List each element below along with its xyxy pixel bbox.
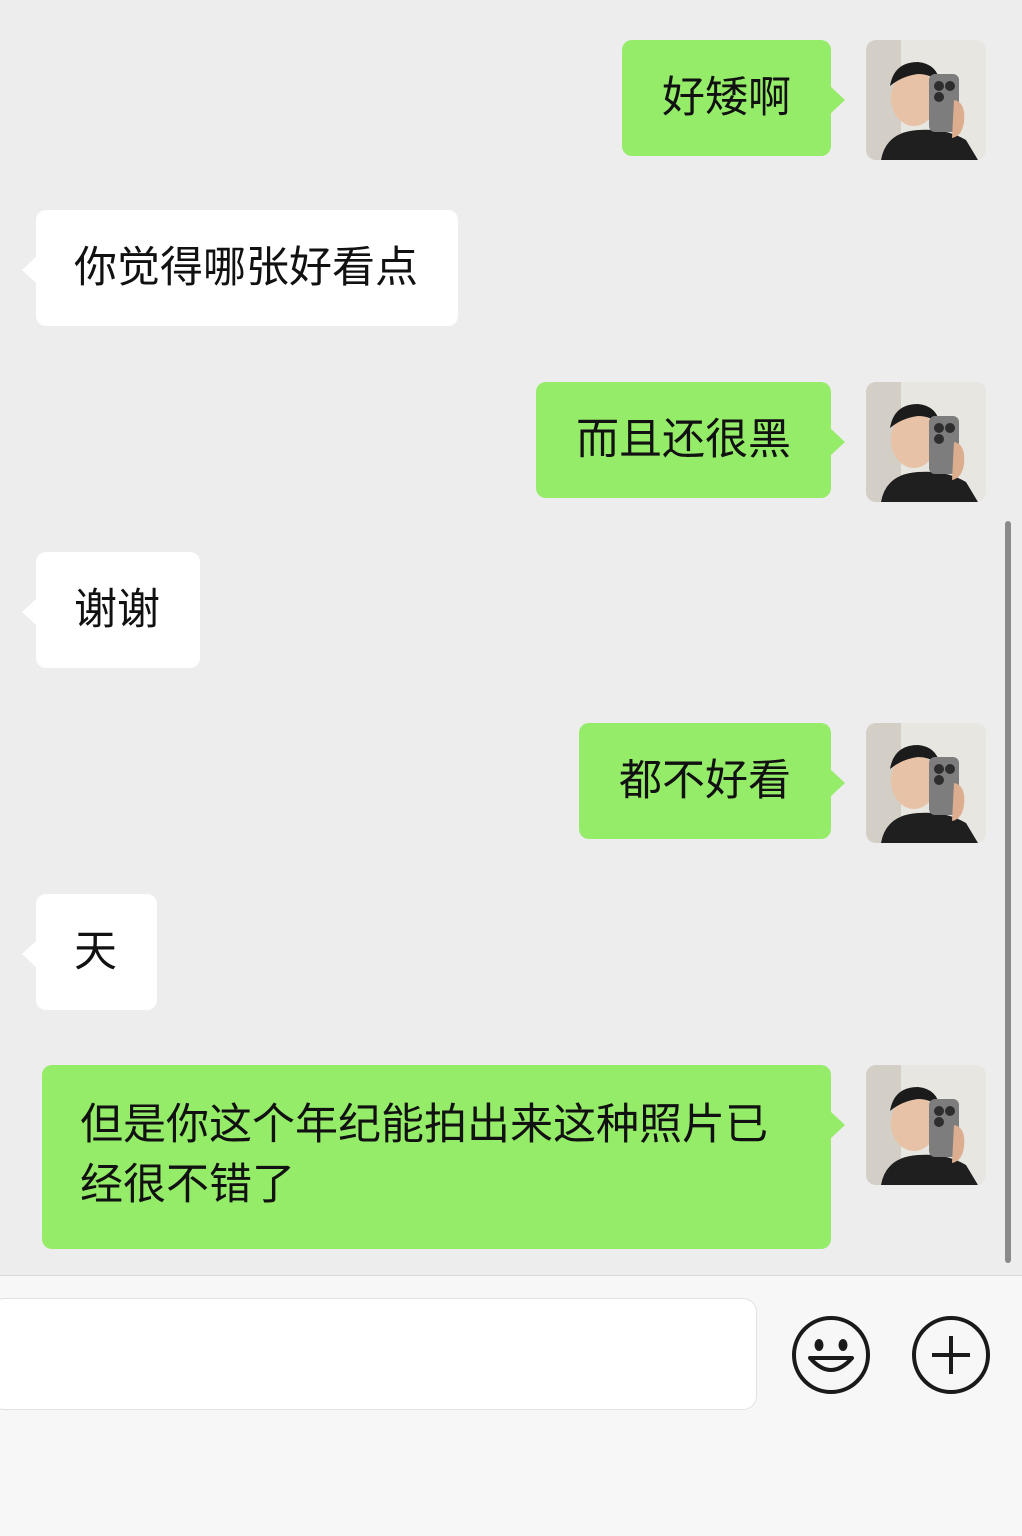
message-text: 好矮啊	[662, 73, 791, 123]
message-text: 而且还很黑	[576, 415, 791, 465]
their-message-bubble[interactable]: 天	[22, 894, 157, 1010]
message-text: 但是你这个年纪能拍出来这种照片已经很不错了	[80, 1100, 768, 1210]
message-text: 都不好看	[619, 756, 791, 806]
input-toolbar	[0, 1275, 1022, 1536]
their-message-bubble[interactable]: 你觉得哪张好看点	[22, 210, 458, 326]
message-input[interactable]	[0, 1298, 757, 1410]
my-avatar[interactable]	[866, 382, 986, 502]
chat-message-list[interactable]: 好矮啊 你觉得哪张好看点 而且还很黑 谢谢 都不好看 天 但是你这个年纪能拍出来…	[0, 0, 1022, 1275]
message-text: 你觉得哪张好看点	[74, 243, 418, 293]
plus-icon	[912, 1316, 990, 1394]
my-message-bubble[interactable]: 都不好看	[579, 723, 845, 839]
avatar-photo	[866, 1065, 986, 1185]
message-text: 天	[74, 927, 117, 977]
scrollbar[interactable]	[1005, 521, 1011, 1263]
my-message-bubble[interactable]: 而且还很黑	[536, 382, 845, 498]
my-message-bubble[interactable]: 但是你这个年纪能拍出来这种照片已经很不错了	[42, 1065, 845, 1249]
my-avatar[interactable]	[866, 1065, 986, 1185]
more-button[interactable]	[910, 1314, 992, 1396]
message-text: 谢谢	[74, 585, 160, 635]
emoji-icon	[792, 1316, 870, 1394]
avatar-photo	[866, 723, 986, 843]
my-message-bubble[interactable]: 好矮啊	[622, 40, 845, 156]
avatar-photo	[866, 382, 986, 502]
emoji-button[interactable]	[790, 1314, 872, 1396]
their-message-bubble[interactable]: 谢谢	[22, 552, 200, 668]
avatar-photo	[866, 40, 986, 160]
my-avatar[interactable]	[866, 723, 986, 843]
my-avatar[interactable]	[866, 40, 986, 160]
